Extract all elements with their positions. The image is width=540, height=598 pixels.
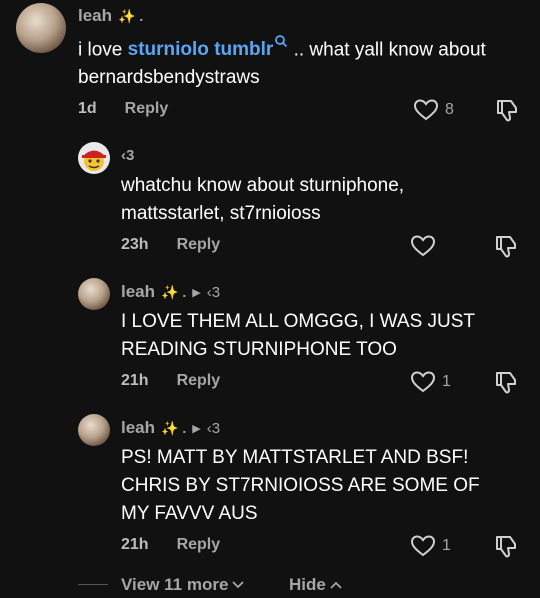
comment-author[interactable]: ‹3 bbox=[121, 147, 134, 164]
like-count: 8 bbox=[445, 101, 454, 118]
comment-meta: 21h Reply bbox=[121, 372, 220, 390]
reply-arrow-icon: ▶ bbox=[192, 422, 201, 435]
comment-meta: 1d Reply bbox=[78, 100, 168, 118]
like-button[interactable]: 8 bbox=[413, 98, 454, 122]
chevron-up-icon bbox=[330, 581, 342, 589]
timestamp: 21h bbox=[121, 536, 149, 553]
reply-arrow-icon: ▶ bbox=[192, 286, 201, 299]
avatar[interactable] bbox=[78, 142, 110, 174]
comment-meta: 23h Reply bbox=[121, 236, 220, 254]
reply-to: ‹3 bbox=[206, 283, 221, 301]
author-suffix: ✨ . bbox=[161, 419, 187, 436]
heart-icon bbox=[410, 235, 436, 257]
emoji-avatar-icon bbox=[82, 150, 106, 171]
like-button[interactable] bbox=[410, 234, 442, 258]
divider-line bbox=[78, 584, 108, 585]
dislike-icon[interactable] bbox=[494, 534, 518, 560]
author-name: ‹3 bbox=[121, 147, 135, 164]
heart-icon bbox=[413, 99, 439, 121]
like-button[interactable]: 1 bbox=[410, 370, 451, 394]
avatar[interactable] bbox=[78, 414, 110, 446]
timestamp: 23h bbox=[121, 236, 149, 253]
avatar[interactable] bbox=[78, 278, 110, 310]
comment-text: I LOVE THEM ALL OMGGG, I WAS JUST READIN… bbox=[121, 311, 480, 360]
like-button[interactable]: 1 bbox=[410, 534, 451, 558]
author-suffix: ✨ . bbox=[161, 283, 187, 300]
comment-author[interactable]: leah ✨ . bbox=[78, 6, 143, 26]
heart-icon bbox=[410, 371, 436, 393]
reply-to: ‹3 bbox=[206, 419, 221, 437]
view-more-button[interactable]: View 11 more bbox=[121, 575, 245, 595]
dislike-icon[interactable] bbox=[494, 234, 518, 260]
comment-text: i love sturniolo tumblr .. what yall kno… bbox=[78, 34, 498, 92]
mention-link[interactable]: sturniolo tumblr bbox=[127, 35, 289, 61]
author-name: leah bbox=[121, 418, 156, 437]
timestamp: 1d bbox=[78, 100, 97, 117]
replies-footer: View 11 more Hide bbox=[0, 570, 540, 598]
hide-button[interactable]: Hide bbox=[289, 575, 342, 595]
reply-button[interactable]: Reply bbox=[125, 100, 169, 118]
hide-label: Hide bbox=[289, 575, 326, 594]
reply-button[interactable]: Reply bbox=[177, 236, 221, 254]
timestamp: 21h bbox=[121, 372, 149, 389]
author-suffix: ✨ . bbox=[118, 7, 144, 24]
comment-author[interactable]: leah ✨ . ▶ ‹3 bbox=[121, 418, 220, 438]
search-icon bbox=[275, 35, 288, 48]
chevron-down-icon bbox=[232, 581, 245, 589]
comment-meta: 21h Reply bbox=[121, 536, 220, 554]
author-name: leah bbox=[121, 282, 156, 301]
comment-text: whatchu know about sturniphone, mattssta… bbox=[121, 175, 410, 224]
like-count: 1 bbox=[442, 373, 451, 390]
author-name: leah bbox=[78, 6, 113, 25]
avatar[interactable] bbox=[16, 3, 66, 53]
heart-icon bbox=[410, 535, 436, 557]
comment-text: PS! MATT BY MATTSTARLET AND BSF! CHRIS B… bbox=[121, 447, 485, 524]
text-before: i love bbox=[78, 39, 128, 61]
mention-text: sturniolo tumblr bbox=[127, 39, 274, 61]
comment-author[interactable]: leah ✨ . ▶ ‹3 bbox=[121, 282, 220, 302]
view-more-label: View 11 more bbox=[121, 575, 229, 594]
reply-button[interactable]: Reply bbox=[177, 536, 221, 554]
dislike-icon[interactable] bbox=[494, 370, 518, 396]
like-count: 1 bbox=[442, 537, 451, 554]
reply-button[interactable]: Reply bbox=[177, 372, 221, 390]
dislike-icon[interactable] bbox=[495, 98, 519, 124]
